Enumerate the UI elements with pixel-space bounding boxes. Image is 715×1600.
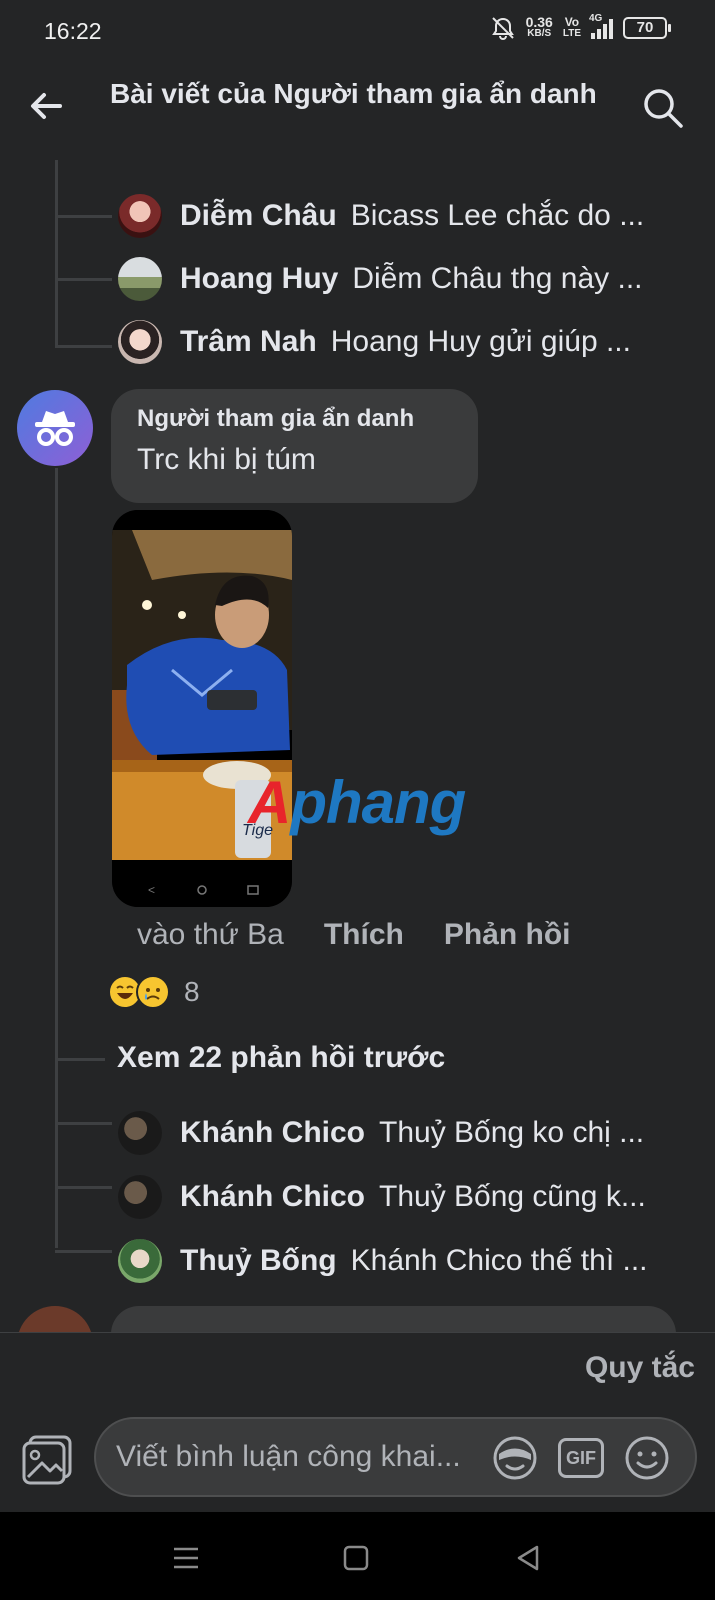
reply-item[interactable]: Trâm Nah Hoang Huy gửi giúp ...: [118, 317, 688, 367]
reply-author[interactable]: Hoang Huy: [180, 262, 338, 296]
back-triangle-icon[interactable]: [508, 1538, 548, 1578]
gif-label: GIF: [566, 1447, 596, 1468]
status-bar: 16:22 0.36 KB/S Vo LTE 4G 70: [0, 0, 715, 64]
reaction-summary[interactable]: 8: [108, 975, 200, 1009]
volte-bottom: LTE: [562, 28, 581, 39]
volte-top: Vo: [564, 15, 580, 29]
gif-button[interactable]: GIF: [558, 1438, 604, 1478]
thread-branch: [55, 1186, 112, 1189]
avatar[interactable]: [118, 1239, 162, 1283]
comment-photo[interactable]: Tige <: [112, 510, 292, 907]
thread-branch: [55, 1122, 112, 1125]
home-icon[interactable]: [336, 1538, 376, 1578]
photo-icon[interactable]: [20, 1431, 76, 1487]
photo-content: Tige <: [112, 510, 292, 907]
thread-line: [55, 160, 58, 348]
rules-link[interactable]: Quy tắc: [585, 1351, 695, 1385]
reply-text: Hoang Huy gửi giúp ...: [330, 325, 631, 358]
comment-actions: vào thứ Ba Thích Phản hồi: [137, 918, 571, 952]
avatar[interactable]: [118, 194, 162, 238]
thread-line: [55, 468, 58, 1248]
watermark-text: A: [248, 769, 291, 836]
reaction-count: 8: [184, 976, 200, 1007]
status-time: 16:22: [44, 18, 102, 44]
reply-author[interactable]: Thuỷ Bống: [180, 1244, 337, 1278]
comment-text: Trc khi bị túm: [137, 443, 316, 476]
reply-button[interactable]: Phản hồi: [444, 918, 571, 952]
app-header: Bài viết của Người tham gia ẩn danh: [0, 64, 715, 160]
system-nav-bar: [0, 1512, 715, 1600]
thread-branch: [55, 1058, 105, 1061]
net-speed: 0.36 KB/S: [525, 14, 553, 40]
svg-text:<: <: [148, 883, 155, 897]
reply-author[interactable]: Trâm Nah: [180, 325, 317, 359]
reply-text: Thuỷ Bống ko chị ...: [379, 1116, 645, 1149]
anonymous-avatar[interactable]: [17, 390, 93, 466]
reply-item[interactable]: Khánh Chico Thuỷ Bống ko chị ...: [118, 1108, 688, 1158]
reply-item[interactable]: Diễm Châu Bicass Lee chắc do ...: [118, 191, 688, 241]
reply-text: Thuỷ Bống cũng k...: [379, 1180, 646, 1213]
comment-composer: Quy tắc GIF: [0, 1332, 715, 1512]
arrow-left-icon[interactable]: [26, 86, 66, 126]
search-icon[interactable]: [641, 86, 685, 130]
avatar[interactable]: [118, 257, 162, 301]
sad-emoji-icon: [136, 975, 170, 1009]
volte-indicator: Vo LTE: [563, 16, 581, 40]
network-type: 4G: [589, 13, 603, 24]
view-previous-replies-link[interactable]: Xem 22 phản hồi trước: [117, 1041, 445, 1075]
reply-text: Bicass Lee chắc do ...: [350, 199, 645, 232]
reply-author[interactable]: Diễm Châu: [180, 199, 337, 233]
avatar-sticker-icon[interactable]: [490, 1433, 540, 1483]
reply-author[interactable]: Khánh Chico: [180, 1116, 365, 1150]
cell-signal: 4G: [589, 13, 613, 39]
menu-icon[interactable]: [166, 1538, 206, 1578]
reply-author[interactable]: Khánh Chico: [180, 1180, 365, 1214]
battery-level: 70: [636, 19, 654, 36]
comment-bubble[interactable]: Người tham gia ẩn danh Trc khi bị túm: [111, 389, 478, 503]
comment-time[interactable]: vào thứ Ba: [137, 918, 284, 952]
watermark-logo: Aphang: [248, 768, 466, 837]
status-icons: 0.36 KB/S Vo LTE 4G 70: [490, 13, 671, 40]
reply-item[interactable]: Thuỷ Bống Khánh Chico thế thì ...: [118, 1236, 688, 1286]
avatar[interactable]: [118, 1175, 162, 1219]
comment-input-container[interactable]: GIF: [94, 1417, 697, 1497]
thread-branch: [55, 278, 112, 281]
thread-branch: [55, 345, 112, 348]
thread-branch: [55, 1250, 112, 1253]
net-speed-value: 0.36: [525, 14, 553, 30]
thread-branch: [55, 215, 112, 218]
emoji-icon[interactable]: [622, 1433, 672, 1483]
watermark-text-rest: phang: [290, 769, 466, 836]
avatar[interactable]: [118, 320, 162, 364]
like-button[interactable]: Thích: [324, 918, 404, 952]
comment-author[interactable]: Người tham gia ẩn danh: [137, 405, 452, 433]
net-speed-unit: KB/S: [527, 28, 552, 39]
page-title: Bài viết của Người tham gia ẩn danh: [110, 78, 597, 109]
avatar[interactable]: [118, 1111, 162, 1155]
incognito-icon: [35, 411, 75, 446]
reply-item[interactable]: Khánh Chico Thuỷ Bống cũng k...: [118, 1172, 688, 1222]
comment-input[interactable]: [116, 1440, 496, 1474]
reply-item[interactable]: Hoang Huy Diễm Châu thg này ...: [118, 254, 688, 304]
reply-text: Diễm Châu thg này ...: [352, 262, 643, 295]
battery-icon: 70: [623, 17, 671, 39]
reply-text: Khánh Chico thế thì ...: [350, 1244, 648, 1277]
mute-bell-icon: [491, 17, 514, 40]
